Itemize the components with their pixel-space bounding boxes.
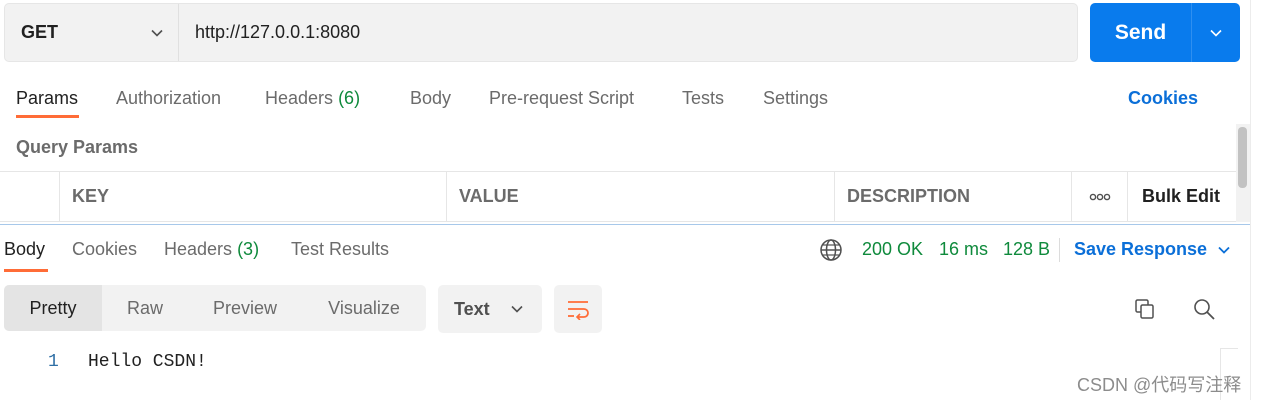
pane-divider[interactable] [0, 224, 1264, 225]
more-options-button[interactable] [1072, 172, 1128, 221]
tab-label: Tests [682, 88, 725, 108]
tab-label: Settings [763, 88, 829, 108]
copy-button[interactable] [1131, 295, 1159, 323]
tab-params[interactable]: Params [16, 88, 78, 109]
send-button[interactable]: Send [1090, 3, 1192, 62]
method-select[interactable]: GET [5, 4, 179, 61]
send-button-group: Send [1090, 3, 1240, 62]
chevron-down-icon [1210, 29, 1222, 37]
tab-settings[interactable]: Settings [763, 88, 828, 109]
save-response-label: Save Response [1074, 239, 1208, 259]
line-number: 1 [48, 352, 59, 372]
format-label: Text [454, 298, 490, 319]
search-button[interactable] [1190, 295, 1218, 323]
response-tab-body[interactable]: Body [4, 239, 45, 260]
tab-label: Headers [164, 239, 233, 259]
bulk-edit-button[interactable]: Bulk Edit [1128, 172, 1236, 221]
url-input[interactable] [179, 4, 1077, 61]
params-table-header: KEY VALUE DESCRIPTION Bulk Edit [0, 171, 1236, 222]
response-tab-test-results[interactable]: Test Results [291, 239, 389, 260]
tab-pre-request-script[interactable]: Pre-request Script [489, 88, 634, 109]
tab-label: Authorization [116, 88, 222, 108]
chevron-down-icon [151, 29, 163, 37]
wrap-lines-icon [568, 301, 589, 320]
tab-body[interactable]: Body [410, 88, 451, 109]
watermark-text: CSDN @代码写注释 [1077, 375, 1242, 395]
tab-label: Test Results [291, 239, 390, 259]
status-code[interactable]: 200 OK [862, 239, 923, 260]
send-options-button[interactable] [1192, 3, 1240, 62]
tab-tests[interactable]: Tests [682, 88, 724, 109]
view-pretty[interactable]: Pretty [4, 285, 102, 331]
response-body-text[interactable]: Hello CSDN! [88, 352, 207, 372]
method-label: GET [21, 22, 59, 42]
query-params-title: Query Params [16, 137, 139, 157]
window-edge [1250, 0, 1264, 400]
more-horizontal-icon [1089, 193, 1110, 200]
view-preview[interactable]: Preview [188, 285, 302, 331]
request-url-bar: GET [4, 3, 1078, 62]
request-tabs: Params Authorization Headers (6) Body Pr… [0, 80, 1240, 120]
search-icon [1194, 299, 1215, 320]
save-response-button[interactable]: Save Response [1074, 239, 1231, 260]
separator [1059, 238, 1060, 262]
tab-headers[interactable]: Headers (6) [265, 88, 360, 109]
response-tabs: Body Cookies Headers (3) Test Results 20… [0, 228, 1250, 272]
copy-icon [1135, 299, 1154, 319]
response-size[interactable]: 128 B [1003, 239, 1050, 260]
tab-label: Params [16, 88, 79, 108]
headers-count: (6) [338, 88, 361, 108]
view-visualize[interactable]: Visualize [302, 285, 426, 331]
scrollbar-thumb[interactable] [1238, 127, 1247, 188]
globe-icon[interactable] [819, 238, 843, 262]
chevron-down-icon [1218, 246, 1230, 254]
response-headers-count: (3) [237, 239, 260, 259]
column-value: VALUE [447, 172, 835, 221]
wrap-lines-button[interactable] [554, 285, 602, 333]
active-tab-indicator [16, 115, 79, 118]
view-mode-group: Pretty Raw Preview Visualize [4, 285, 426, 331]
response-tab-headers[interactable]: Headers (3) [164, 239, 259, 260]
column-key: KEY [60, 172, 447, 221]
tab-label: Body [410, 88, 452, 108]
checkbox-column [0, 172, 60, 221]
response-tab-cookies[interactable]: Cookies [72, 239, 137, 260]
chevron-down-icon [511, 305, 523, 313]
tab-label: Pre-request Script [489, 88, 635, 108]
column-description: DESCRIPTION [835, 172, 1072, 221]
tab-label: Headers [265, 88, 334, 108]
view-raw[interactable]: Raw [102, 285, 188, 331]
tab-label: Cookies [72, 239, 138, 259]
format-select[interactable]: Text [438, 285, 542, 333]
active-response-tab-indicator [4, 269, 48, 272]
response-time[interactable]: 16 ms [939, 239, 988, 260]
tab-label: Body [4, 239, 46, 259]
tab-authorization[interactable]: Authorization [116, 88, 221, 109]
cookies-link[interactable]: Cookies [1128, 88, 1198, 109]
